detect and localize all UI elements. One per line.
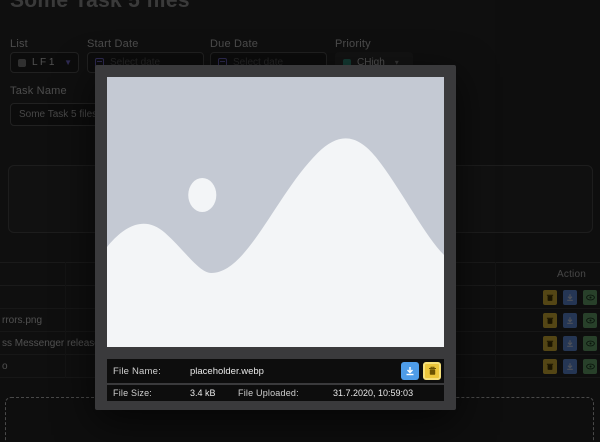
file-name-row: File Name: placeholder.webp [107,359,444,383]
trash-icon [428,366,436,375]
file-uploaded-label: File Uploaded: [238,388,299,398]
task-detail-page: Some Task 5 files List L F 1 ▼ Start Dat… [0,0,600,442]
download-icon [406,367,414,376]
file-name-value: placeholder.webp [190,365,264,377]
file-preview-modal: File Name: placeholder.webp File Size: 3… [95,65,456,410]
file-name-label: File Name: [113,365,161,377]
file-size-label: File Size: [113,388,153,398]
image-preview [107,77,444,347]
file-uploaded-value: 31.7.2020, 10:59:03 [333,388,414,398]
download-file-button[interactable] [401,362,419,380]
placeholder-image [107,77,444,347]
file-meta-row: File Size: 3.4 kB File Uploaded: 31.7.20… [107,385,444,401]
delete-file-button[interactable] [423,362,441,380]
file-size-value: 3.4 kB [190,388,216,398]
